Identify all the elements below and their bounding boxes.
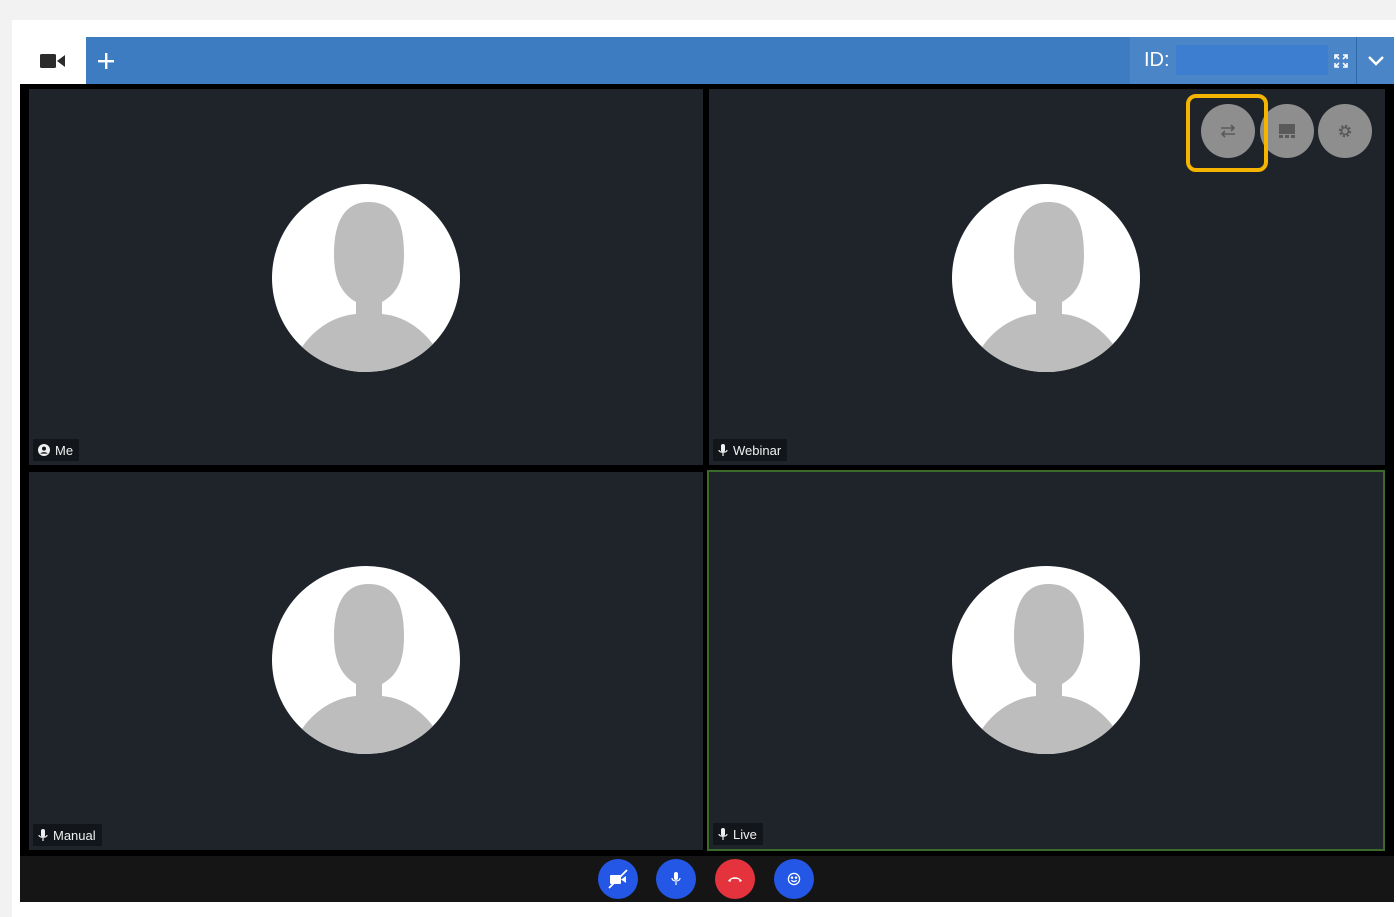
layout-grid-icon	[1279, 124, 1295, 138]
tab-video-call[interactable]	[20, 37, 86, 84]
avatar	[952, 184, 1140, 372]
settings-gear-icon	[1338, 124, 1352, 138]
participant-name: Webinar	[733, 442, 782, 458]
video-grid: Me Webinar Manual Live	[20, 84, 1394, 856]
participant-name: Me	[55, 442, 74, 458]
layout-button[interactable]	[1260, 104, 1314, 158]
toggle-mic-button[interactable]	[656, 859, 696, 899]
user-circle-icon	[38, 444, 50, 456]
video-camera-icon	[40, 53, 65, 68]
meeting-id-area: ID:	[1130, 37, 1394, 84]
video-off-icon	[608, 869, 628, 889]
add-tab-button[interactable]	[90, 37, 122, 84]
meeting-id-input[interactable]	[1176, 45, 1328, 75]
microphone-icon	[718, 443, 728, 457]
video-tile-me[interactable]: Me	[29, 89, 703, 465]
user-silhouette-icon	[970, 584, 1128, 754]
reactions-button[interactable]	[774, 859, 814, 899]
microphone-icon	[38, 828, 48, 842]
toggle-video-button[interactable]	[598, 859, 638, 899]
participant-name: Manual	[53, 827, 96, 843]
fullscreen-icon	[1334, 53, 1348, 68]
microphone-icon	[718, 827, 728, 841]
user-silhouette-icon	[290, 202, 448, 372]
participant-name-tag: Manual	[33, 824, 102, 846]
video-tile-live[interactable]: Live	[707, 470, 1385, 851]
participant-name-tag: Me	[33, 439, 80, 461]
user-silhouette-icon	[290, 584, 448, 754]
hang-up-button[interactable]	[715, 859, 755, 899]
participant-name-tag: Webinar	[713, 439, 788, 461]
top-toolbar: ID:	[20, 37, 1394, 84]
settings-button[interactable]	[1318, 104, 1372, 158]
avatar	[272, 184, 460, 372]
participant-name: Live	[733, 826, 757, 842]
highlight-box	[1186, 94, 1268, 172]
call-controls-bar	[20, 856, 1394, 902]
microphone-icon	[671, 872, 681, 885]
video-tile-manual[interactable]: Manual	[29, 472, 703, 850]
avatar	[272, 566, 460, 754]
fullscreen-button[interactable]	[1326, 37, 1356, 84]
menu-dropdown-button[interactable]	[1356, 37, 1395, 84]
emoji-icon	[787, 872, 801, 886]
meeting-id-label: ID:	[1144, 49, 1170, 71]
avatar	[952, 566, 1140, 754]
chevron-down-icon	[1368, 55, 1384, 66]
user-silhouette-icon	[970, 202, 1128, 372]
hang-up-icon	[728, 877, 742, 882]
plus-icon	[98, 52, 114, 69]
participant-name-tag: Live	[713, 823, 763, 845]
